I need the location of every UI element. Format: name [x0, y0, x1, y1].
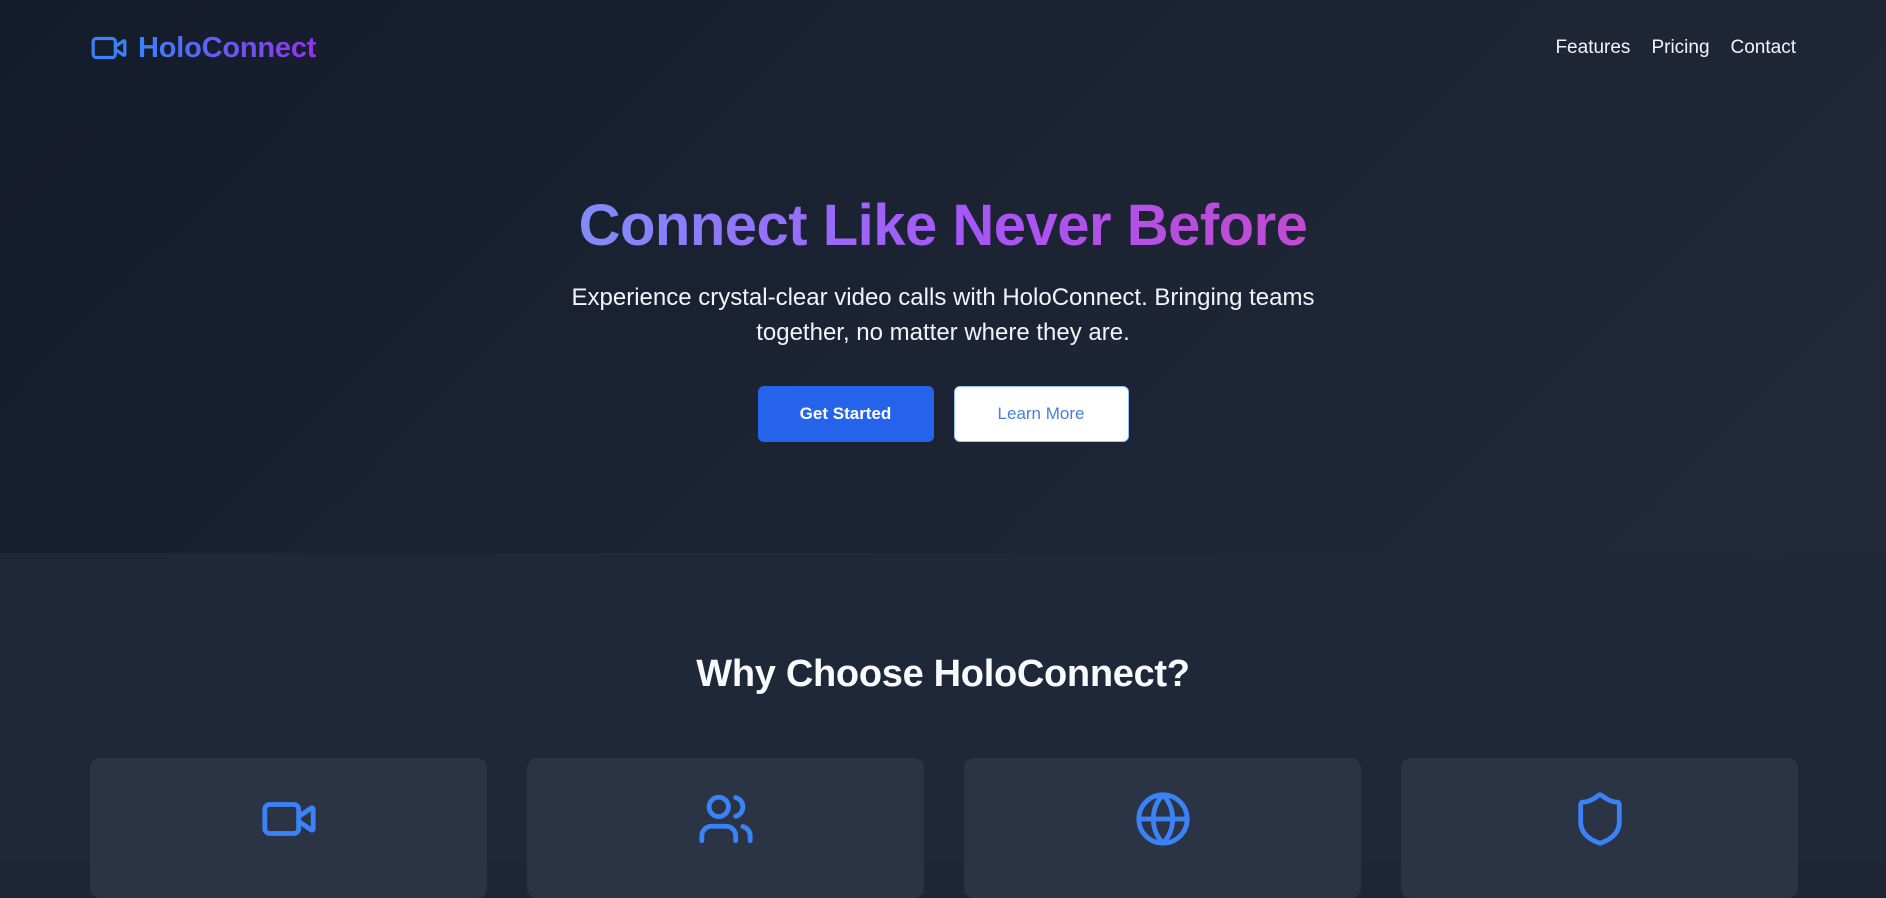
nav-links: Features Pricing Contact: [1555, 37, 1796, 59]
features-section: Why Choose HoloConnect?: [0, 553, 1886, 898]
hero-title: Connect Like Never Before: [579, 190, 1308, 262]
shield-icon: [1577, 792, 1622, 846]
learn-more-button[interactable]: Learn More: [953, 386, 1129, 442]
top-nav: HoloConnect Features Pricing Contact: [0, 0, 1886, 96]
nav-link-pricing[interactable]: Pricing: [1651, 37, 1709, 59]
video-camera-icon: [261, 802, 316, 836]
feature-card-users: [527, 758, 924, 898]
hero-subtitle: Experience crystal-clear video calls wit…: [571, 284, 1315, 346]
hero-section: HoloConnect Features Pricing Contact Con…: [0, 0, 1886, 553]
feature-card-video: [90, 758, 487, 898]
features-title: Why Choose HoloConnect?: [696, 653, 1190, 695]
feature-card-globe: [964, 758, 1361, 898]
feature-cards: [90, 758, 1800, 898]
users-icon: [698, 794, 753, 844]
hero-content: Connect Like Never Before Experience cry…: [0, 190, 1886, 442]
nav-link-features[interactable]: Features: [1555, 37, 1630, 59]
globe-icon: [1135, 792, 1190, 846]
brand-name: HoloConnect: [138, 31, 317, 64]
nav-link-contact[interactable]: Contact: [1731, 37, 1796, 59]
hero-buttons: Get Started Learn More: [0, 386, 1886, 442]
feature-card-shield: [1401, 758, 1798, 898]
video-camera-icon: [91, 36, 127, 60]
get-started-button[interactable]: Get Started: [757, 386, 934, 442]
brand-logo[interactable]: HoloConnect: [90, 29, 316, 67]
